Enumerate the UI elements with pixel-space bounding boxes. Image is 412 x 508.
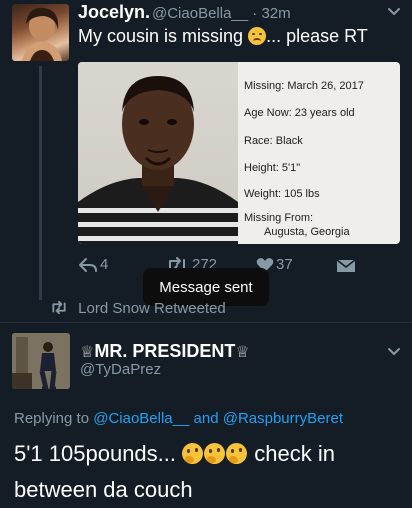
replying-to-line: Replying to @CiaoBella__ and @RaspburryB… (14, 410, 343, 427)
info-weight: Weight: 105 lbs (244, 188, 320, 200)
envelope-icon (336, 259, 356, 278)
reply-author-name[interactable]: MR. PRESIDENT (94, 341, 235, 361)
info-height: Height: 5'1" (244, 162, 301, 174)
author-handle-and-time[interactable]: @CiaoBella__ · 32m (152, 5, 291, 22)
info-age-now: Age Now: 23 years old (244, 107, 355, 119)
reply-button[interactable] (78, 257, 98, 278)
tweet-timestamp: 32m (261, 5, 291, 22)
retweet-small-icon (50, 300, 72, 317)
info-missing-date: Missing: March 26, 2017 (244, 80, 364, 92)
reply-author-avatar[interactable] (12, 333, 70, 389)
timestamp-separator: · (252, 5, 258, 22)
chevron-down-icon[interactable] (386, 4, 402, 25)
disappointed-face-emoji (248, 27, 267, 45)
mention-link-1[interactable]: @CiaoBella__ (93, 410, 189, 427)
author-avatar[interactable] (12, 4, 69, 61)
crown-right: ♕ (235, 344, 250, 361)
toast-message: Message sent (159, 278, 253, 296)
thinking-face-emoji (182, 443, 204, 464)
reply-text: 5'1 105pounds... check in between da cou… (14, 436, 404, 508)
crown-left: ♕ (80, 344, 95, 361)
reply-author-handle[interactable]: @TyDaPrez (80, 361, 161, 378)
info-race: Race: Black (244, 135, 303, 147)
direct-message-button[interactable] (336, 258, 356, 279)
retweeted-by-line[interactable]: Lord Snow Retweeted (50, 300, 226, 317)
tweet-text-end: ... please RT (266, 26, 368, 46)
like-count: 37 (276, 256, 293, 273)
mention-link-2[interactable]: @RaspburryBeret (223, 410, 343, 427)
reply-author-name-line[interactable]: ♕MR. PRESIDENT♕ (80, 341, 250, 362)
author-name[interactable]: Jocelyn. (78, 2, 150, 23)
tweet-text: My cousin is missing ... please RT (78, 26, 368, 47)
tweet-divider (0, 322, 412, 323)
tweet-text-start: My cousin is missing (78, 26, 244, 46)
retweeted-by-text: Lord Snow Retweeted (78, 300, 226, 317)
info-location: Augusta, Georgia (264, 226, 350, 238)
thinking-face-emoji (204, 443, 226, 464)
tweet-photo[interactable]: Missing: March 26, 2017 Age Now: 23 year… (78, 62, 400, 244)
info-missing-from-label: Missing From: (244, 212, 314, 224)
portrait-photo (78, 62, 238, 244)
reply-count: 4 (100, 256, 109, 273)
author-handle[interactable]: @CiaoBella__ (152, 5, 248, 22)
thinking-face-emoji (226, 443, 248, 464)
thread-connector-line (39, 66, 42, 300)
replying-to-and[interactable]: and (194, 410, 219, 427)
reply-text-start: 5'1 105pounds... (14, 441, 177, 466)
reply-icon (78, 258, 98, 277)
chevron-down-icon[interactable] (386, 344, 402, 365)
replying-to-prefix: Replying to (14, 410, 90, 427)
